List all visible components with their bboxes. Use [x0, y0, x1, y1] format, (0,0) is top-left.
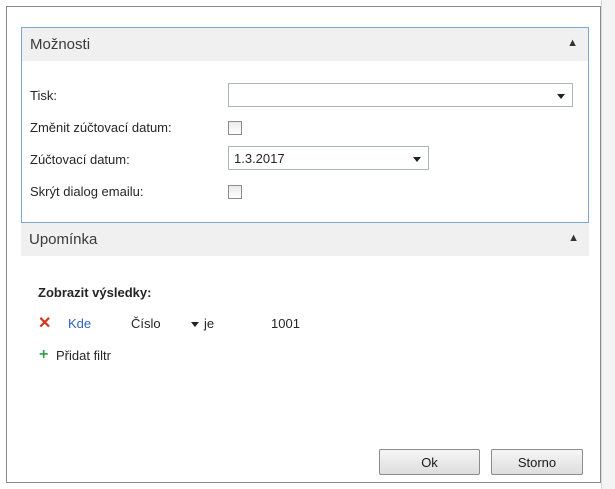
filter-field[interactable]: Číslo — [131, 316, 161, 331]
hide-email-label: Skrýt dialog emailu: — [30, 184, 144, 199]
request-page-dialog: Možnosti ▲ Tisk: Změnit zúčtovací datum:… — [6, 6, 601, 483]
print-label: Tisk: — [30, 88, 57, 103]
cancel-button[interactable]: Storno — [491, 449, 583, 475]
filter-where-label: Kde — [68, 316, 92, 331]
chevron-down-icon[interactable] — [557, 94, 565, 99]
change-date-label: Změnit zúčtovací datum: — [30, 120, 172, 135]
reminder-header[interactable]: Upomínka ▲ — [21, 223, 589, 256]
reminder-title: Upomínka — [29, 231, 98, 248]
chevron-down-icon[interactable] — [413, 157, 421, 162]
posting-date-label: Zúčtovací datum: — [30, 152, 130, 167]
chevron-up-icon[interactable]: ▲ — [567, 37, 578, 49]
plus-icon[interactable]: + — [39, 347, 48, 363]
filter-operator: je — [204, 316, 215, 331]
hide-email-checkbox[interactable] — [228, 185, 242, 199]
options-fasttab: Možnosti ▲ Tisk: Změnit zúčtovací datum:… — [21, 27, 589, 223]
filter-value[interactable]: 1001 — [271, 316, 300, 331]
close-icon[interactable]: ✕ — [38, 316, 51, 332]
chevron-up-icon[interactable]: ▲ — [568, 232, 579, 244]
posting-date-field[interactable]: 1.3.2017 — [228, 146, 429, 170]
options-title: Možnosti — [30, 36, 91, 53]
background-window-edge — [601, 0, 615, 489]
options-header[interactable]: Možnosti ▲ — [22, 28, 588, 61]
print-dropdown[interactable] — [228, 83, 573, 107]
ok-button[interactable]: Ok — [379, 449, 480, 475]
posting-date-value: 1.3.2017 — [234, 151, 285, 166]
chevron-down-icon[interactable] — [191, 322, 199, 327]
change-date-checkbox[interactable] — [228, 121, 242, 135]
add-filter-link[interactable]: Přidat filtr — [56, 348, 111, 363]
show-results-label: Zobrazit výsledky: — [38, 285, 152, 300]
